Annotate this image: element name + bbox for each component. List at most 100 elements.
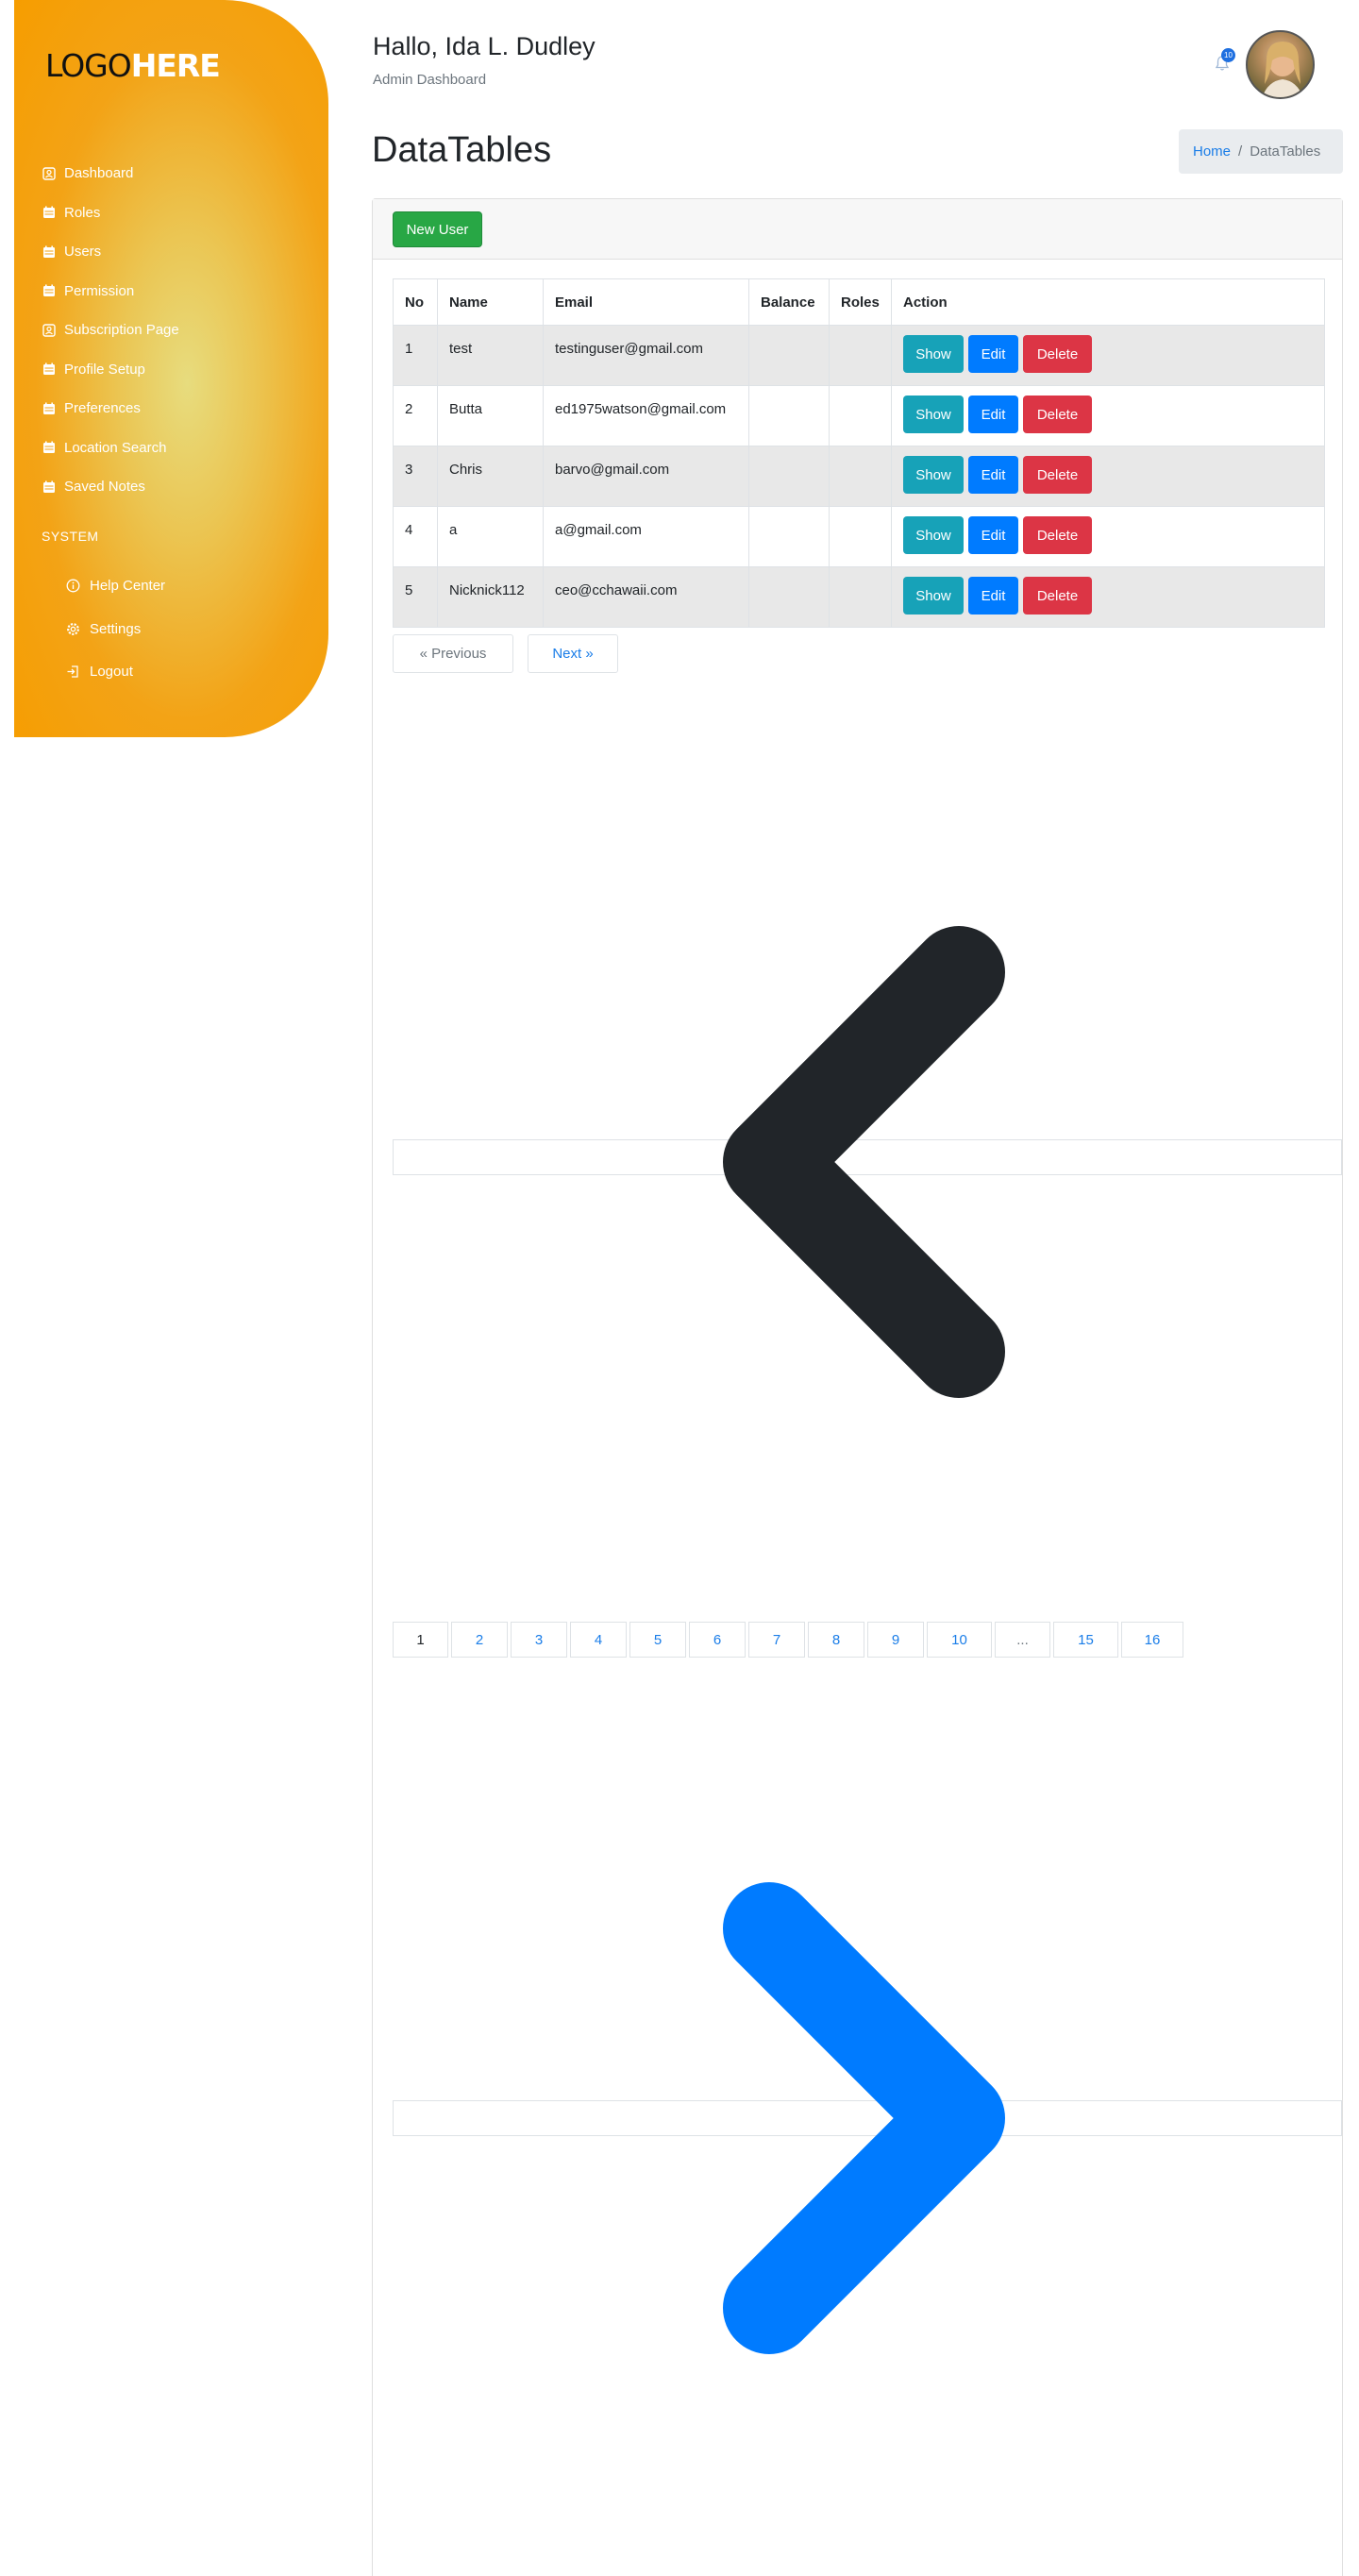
page-link-4[interactable]: 4 xyxy=(570,1622,627,1658)
delete-button[interactable]: Delete xyxy=(1023,396,1092,433)
sidebar-item-help-center[interactable]: Help Center xyxy=(66,564,165,608)
previous-page-button[interactable]: « Previous xyxy=(393,634,513,673)
sidebar-item-saved-notes[interactable]: Saved Notes xyxy=(42,467,179,507)
sidebar-item-label: Help Center xyxy=(90,578,166,595)
page-link-6[interactable]: 6 xyxy=(689,1622,746,1658)
delete-button[interactable]: Delete xyxy=(1023,456,1092,494)
sidebar-item-label: Users xyxy=(64,244,102,261)
page-link-10[interactable]: 10 xyxy=(927,1622,992,1658)
column-header-balance[interactable]: Balance xyxy=(748,278,830,326)
notification-badge: 10 xyxy=(1221,48,1235,62)
system-nav: Help Center Settings Logout xyxy=(66,564,165,694)
sidebar-nav: Dashboard Roles Users Permission Subscri… xyxy=(42,154,179,507)
column-header-name[interactable]: Name xyxy=(437,278,544,326)
sidebar-item-label: Settings xyxy=(90,620,142,637)
page-link-16[interactable]: 16 xyxy=(1121,1622,1183,1658)
sidebar-item-label: Preferences xyxy=(64,400,141,417)
cell-actions: Show Edit Delete xyxy=(891,506,1325,567)
cell-name: Chris xyxy=(437,446,544,507)
delete-button[interactable]: Delete xyxy=(1023,516,1092,554)
sidebar-item-roles[interactable]: Roles xyxy=(42,194,179,233)
table-header-row: No Name Email Balance Roles Action xyxy=(393,278,1325,326)
sidebar-item-location-search[interactable]: Location Search xyxy=(42,429,179,468)
sidebar-item-dashboard[interactable]: Dashboard xyxy=(42,154,179,194)
show-button[interactable]: Show xyxy=(903,456,964,494)
cell-roles xyxy=(829,325,892,386)
show-button[interactable]: Show xyxy=(903,577,964,615)
new-user-button[interactable]: New User xyxy=(393,211,482,247)
delete-button[interactable]: Delete xyxy=(1023,577,1092,615)
calendar-icon xyxy=(42,284,56,297)
cell-name: a xyxy=(437,506,544,567)
column-header-no[interactable]: No xyxy=(393,278,438,326)
calendar-icon xyxy=(42,480,56,494)
calendar-icon xyxy=(42,402,56,415)
page-link-1[interactable]: 1 xyxy=(393,1622,448,1658)
cell-roles xyxy=(829,385,892,446)
cell-actions: Show Edit Delete xyxy=(891,566,1325,628)
column-header-email[interactable]: Email xyxy=(543,278,749,326)
page-title: DataTables xyxy=(372,130,552,170)
chevron-left-icon[interactable] xyxy=(717,920,1010,1406)
edit-button[interactable]: Edit xyxy=(968,396,1018,433)
breadcrumb-home-link[interactable]: Home xyxy=(1193,143,1231,160)
cell-no: 5 xyxy=(393,566,438,628)
cell-name: Butta xyxy=(437,385,544,446)
cell-no: 1 xyxy=(393,325,438,386)
edit-button[interactable]: Edit xyxy=(968,577,1018,615)
calendar-icon xyxy=(42,362,56,376)
page-ellipsis: ... xyxy=(995,1622,1050,1658)
sidebar-item-profile-setup[interactable]: Profile Setup xyxy=(42,350,179,390)
table-row: 4 a a@gmail.com Show Edit Delete xyxy=(393,506,1325,567)
sidebar-item-label: Logout xyxy=(90,664,133,681)
dashboard-icon xyxy=(42,324,56,337)
edit-button[interactable]: Edit xyxy=(968,456,1018,494)
next-page-button[interactable]: Next » xyxy=(528,634,618,673)
page-link-9[interactable]: 9 xyxy=(867,1622,924,1658)
show-button[interactable]: Show xyxy=(903,396,964,433)
page-link-7[interactable]: 7 xyxy=(748,1622,805,1658)
greeting: Hallo, Ida L. Dudley xyxy=(373,32,596,60)
sidebar-item-label: Saved Notes xyxy=(64,479,145,496)
edit-button[interactable]: Edit xyxy=(968,516,1018,554)
sidebar-item-label: Dashboard xyxy=(64,165,134,182)
column-header-roles[interactable]: Roles xyxy=(829,278,892,326)
cell-actions: Show Edit Delete xyxy=(891,385,1325,446)
cell-balance xyxy=(748,506,830,567)
avatar[interactable] xyxy=(1246,30,1315,99)
cell-email: testinguser@gmail.com xyxy=(543,325,749,386)
sidebar-item-label: Subscription Page xyxy=(64,322,179,339)
cell-no: 2 xyxy=(393,385,438,446)
logo[interactable]: LOGOHERE xyxy=(45,47,221,84)
sidebar-item-settings[interactable]: Settings xyxy=(66,608,165,651)
cell-name: test xyxy=(437,325,544,386)
page-link-3[interactable]: 3 xyxy=(511,1622,567,1658)
sidebar-item-label: Location Search xyxy=(64,439,167,456)
calendar-icon xyxy=(42,441,56,454)
sidebar-item-permission[interactable]: Permission xyxy=(42,272,179,311)
sidebar-item-subscription[interactable]: Subscription Page xyxy=(42,311,179,350)
sidebar-item-preferences[interactable]: Preferences xyxy=(42,389,179,429)
card-header: New User xyxy=(373,199,1342,260)
show-button[interactable]: Show xyxy=(903,516,964,554)
table-row: 1 test testinguser@gmail.com Show Edit D… xyxy=(393,325,1325,386)
sidebar-item-users[interactable]: Users xyxy=(42,232,179,272)
cell-balance xyxy=(748,566,830,628)
cell-no: 4 xyxy=(393,506,438,567)
info-icon xyxy=(66,579,80,593)
page-link-8[interactable]: 8 xyxy=(808,1622,864,1658)
chevron-right-icon[interactable] xyxy=(717,1877,1010,2363)
page-link-5[interactable]: 5 xyxy=(629,1622,686,1658)
table-row: 2 Butta ed1975watson@gmail.com Show Edit… xyxy=(393,385,1325,446)
greeting-subtitle: Admin Dashboard xyxy=(373,72,487,88)
delete-button[interactable]: Delete xyxy=(1023,335,1092,373)
breadcrumb-current: DataTables xyxy=(1250,143,1321,160)
logout-icon xyxy=(66,665,80,679)
page-link-2[interactable]: 2 xyxy=(451,1622,508,1658)
edit-button[interactable]: Edit xyxy=(968,335,1018,373)
show-button[interactable]: Show xyxy=(903,335,964,373)
cell-balance xyxy=(748,325,830,386)
gear-icon xyxy=(66,622,80,636)
sidebar-item-logout[interactable]: Logout xyxy=(66,650,165,694)
page-link-15[interactable]: 15 xyxy=(1053,1622,1118,1658)
